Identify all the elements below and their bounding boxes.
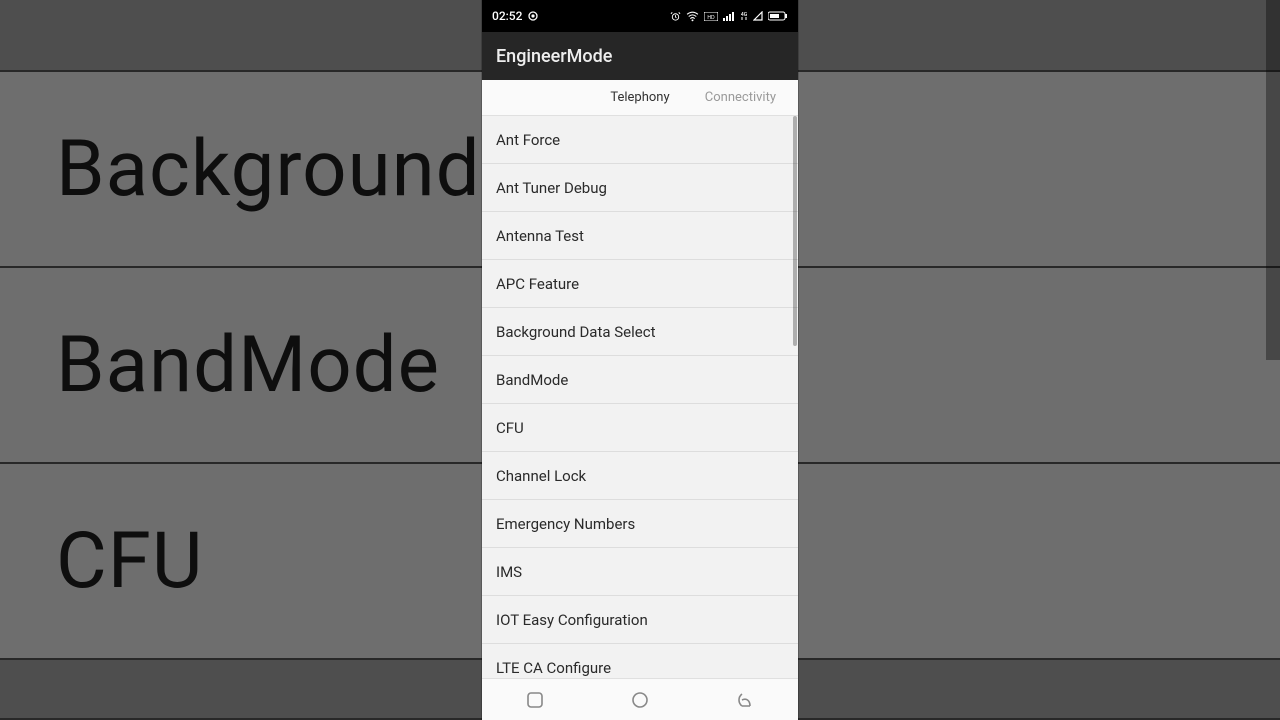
list-scrollbar[interactable]	[793, 116, 797, 346]
nav-bar	[482, 678, 798, 720]
signal2-icon	[753, 11, 763, 21]
tab-strip: Telephony Connectivity	[482, 80, 798, 116]
alarm-icon	[670, 11, 681, 22]
list-item-label: IOT Easy Configuration	[496, 611, 648, 629]
signal-icon	[723, 11, 735, 21]
status-bar: 02:52 HD 4G	[482, 0, 798, 32]
status-clock: 02:52	[492, 9, 538, 23]
list-item[interactable]: Channel Lock	[482, 452, 798, 500]
list-item-label: Emergency Numbers	[496, 515, 635, 533]
volte-icon: HD	[704, 12, 718, 21]
record-icon	[528, 11, 538, 21]
battery-icon	[768, 11, 788, 21]
phone-frame: 02:52 HD 4G EngineerMode Telephony Conne…	[482, 0, 798, 720]
settings-list[interactable]: Ant Force Ant Tuner Debug Antenna Test A…	[482, 116, 798, 678]
list-item-label: Background Data Select	[496, 323, 655, 341]
svg-text:HD: HD	[707, 15, 715, 21]
nav-back-button[interactable]	[734, 689, 756, 711]
list-item[interactable]: Emergency Numbers	[482, 500, 798, 548]
app-title: EngineerMode	[496, 46, 612, 67]
list-item[interactable]: Antenna Test	[482, 212, 798, 260]
list-item-label: Channel Lock	[496, 467, 586, 485]
wifi-icon	[686, 11, 699, 22]
list-item-label: Antenna Test	[496, 227, 584, 245]
status-icons: HD 4G	[670, 11, 788, 22]
tab-connectivity[interactable]: Connectivity	[679, 90, 798, 105]
data-icon: 4G	[740, 11, 748, 21]
list-item[interactable]: IOT Easy Configuration	[482, 596, 798, 644]
clock-text: 02:52	[492, 9, 522, 23]
list-item[interactable]: BandMode	[482, 356, 798, 404]
list-item[interactable]: Ant Force	[482, 116, 798, 164]
app-title-bar: EngineerMode	[482, 32, 798, 80]
list-item-label: BandMode	[496, 371, 568, 389]
list-item-label: IMS	[496, 563, 522, 581]
nav-recents-button[interactable]	[524, 689, 546, 711]
list-item[interactable]: Background Data Select	[482, 308, 798, 356]
list-item-label: CFU	[496, 419, 524, 437]
list-item[interactable]: IMS	[482, 548, 798, 596]
list-item[interactable]: Ant Tuner Debug	[482, 164, 798, 212]
list-item[interactable]: LTE CA Configure	[482, 644, 798, 678]
list-item-label: Ant Tuner Debug	[496, 179, 607, 197]
list-item-label: LTE CA Configure	[496, 659, 611, 677]
list-item[interactable]: APC Feature	[482, 260, 798, 308]
page-scrollbar[interactable]	[1266, 0, 1280, 360]
nav-home-button[interactable]	[629, 689, 651, 711]
list-item-label: APC Feature	[496, 275, 579, 293]
list-item[interactable]: CFU	[482, 404, 798, 452]
list-item-label: Ant Force	[496, 131, 560, 149]
